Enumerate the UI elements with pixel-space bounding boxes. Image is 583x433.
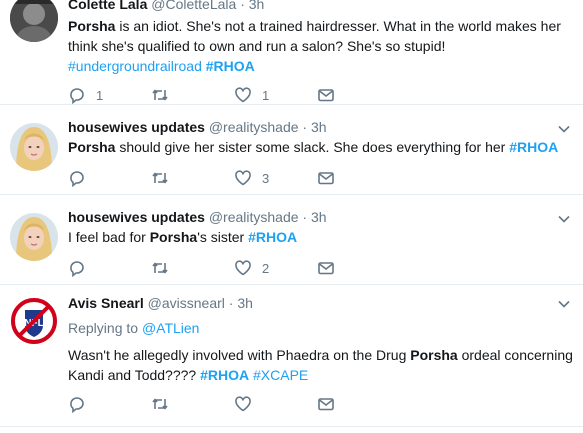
avatar-image	[10, 213, 58, 261]
avatar-image	[10, 0, 58, 42]
separator: ·	[302, 119, 308, 135]
tweet-feed: Colette Lala @ColetteLala · 3h Porsha is…	[0, 0, 583, 427]
tweet-header: Avis Snearl @avissnearl · 3h	[68, 293, 573, 313]
envelope-icon	[318, 172, 334, 185]
like-button[interactable]	[234, 395, 317, 413]
like-button[interactable]: 3	[234, 169, 317, 187]
dm-button[interactable]	[317, 259, 400, 277]
avatar-image	[10, 123, 58, 171]
user-handle[interactable]: @realityshade	[209, 119, 299, 135]
tweet-text: I feel bad for Porsha's sister #RHOA	[68, 229, 298, 245]
tweet[interactable]: Colette Lala @ColetteLala · 3h Porsha is…	[0, 0, 583, 105]
heart-icon	[235, 87, 251, 103]
heart-icon	[235, 396, 251, 412]
reply-button[interactable]	[68, 395, 151, 413]
highlighted-term: Porsha	[68, 139, 116, 155]
reply-button[interactable]	[68, 169, 151, 187]
hashtag-link[interactable]: #RHOA	[206, 58, 255, 74]
hashtag-link[interactable]: #RHOA	[200, 367, 249, 383]
envelope-icon	[318, 262, 334, 275]
tweet-text: Porsha should give her sister some slack…	[68, 139, 559, 155]
tweet-actions: 1 1	[68, 85, 400, 105]
user-handle[interactable]: @avissnearl	[148, 295, 225, 311]
replying-to: Replying to @ATLien	[68, 317, 573, 339]
hashtag-link[interactable]: #XCAPE	[253, 367, 308, 383]
dm-button[interactable]	[317, 86, 400, 104]
like-count: 2	[262, 260, 270, 276]
display-name[interactable]: housewives updates	[68, 119, 205, 135]
tweet[interactable]: NFL Avis Snearl @avissnearl · 3h Replyin…	[0, 285, 583, 427]
reply-count: 1	[96, 87, 104, 103]
heart-icon	[235, 260, 251, 276]
hashtag-link[interactable]: #undergroundrailroad	[68, 58, 202, 74]
reply-icon	[70, 261, 84, 277]
retweet-button[interactable]	[151, 259, 234, 277]
retweet-icon	[152, 398, 168, 410]
avatar[interactable]	[10, 0, 58, 42]
tweet-header: housewives updates @realityshade · 3h	[68, 117, 573, 137]
highlighted-term: Porsha	[68, 18, 116, 34]
timestamp[interactable]: 3h	[249, 0, 265, 12]
retweet-icon	[152, 172, 168, 184]
reply-button[interactable]	[68, 259, 151, 277]
heart-icon	[235, 170, 251, 186]
tweet-text: Porsha is an idiot. She's not a trained …	[68, 18, 561, 74]
tweet-actions	[68, 394, 400, 414]
retweet-button[interactable]	[151, 169, 234, 187]
timestamp[interactable]: 3h	[237, 295, 253, 311]
retweet-icon	[152, 89, 168, 101]
tweet[interactable]: housewives updates @realityshade · 3h I …	[0, 195, 583, 285]
highlighted-term: Porsha	[410, 347, 458, 363]
retweet-button[interactable]	[151, 86, 234, 104]
envelope-icon	[318, 89, 334, 102]
reply-icon	[70, 88, 84, 104]
avatar[interactable]	[10, 213, 58, 261]
like-count: 1	[262, 87, 270, 103]
separator: ·	[302, 209, 308, 225]
reply-icon	[70, 171, 84, 187]
reply-button[interactable]: 1	[68, 86, 151, 104]
display-name[interactable]: Avis Snearl	[68, 295, 144, 311]
avatar[interactable]: NFL	[10, 297, 58, 345]
replying-to-label: Replying to	[68, 320, 139, 336]
dm-button[interactable]	[317, 169, 400, 187]
retweet-icon	[152, 262, 168, 274]
like-count: 3	[262, 170, 270, 186]
avatar-image: NFL	[10, 297, 58, 345]
tweet-header: housewives updates @realityshade · 3h	[68, 207, 573, 227]
display-name[interactable]: housewives updates	[68, 209, 205, 225]
separator: ·	[228, 295, 234, 311]
timestamp[interactable]: 3h	[311, 119, 327, 135]
user-handle[interactable]: @ColetteLala	[151, 0, 236, 12]
hashtag-link[interactable]: #RHOA	[509, 139, 558, 155]
envelope-icon	[318, 398, 334, 411]
user-handle[interactable]: @realityshade	[209, 209, 299, 225]
like-button[interactable]: 1	[234, 86, 317, 104]
tweet-header: Colette Lala @ColetteLala · 3h	[68, 0, 573, 14]
reply-icon	[70, 397, 84, 413]
hashtag-link[interactable]: #RHOA	[248, 229, 297, 245]
tweet-actions: 2	[68, 258, 400, 278]
tweet-text: Wasn't he allegedly involved with Phaedr…	[68, 347, 573, 383]
timestamp[interactable]: 3h	[311, 209, 327, 225]
dm-button[interactable]	[317, 395, 400, 413]
like-button[interactable]: 2	[234, 259, 317, 277]
avatar[interactable]	[10, 123, 58, 171]
highlighted-term: Porsha	[149, 229, 198, 245]
tweet-actions: 3	[68, 168, 400, 188]
replying-to-link[interactable]: @ATLien	[142, 320, 200, 336]
display-name[interactable]: Colette Lala	[68, 0, 147, 12]
retweet-button[interactable]	[151, 395, 234, 413]
tweet[interactable]: housewives updates @realityshade · 3h Po…	[0, 105, 583, 195]
separator: ·	[240, 0, 245, 12]
